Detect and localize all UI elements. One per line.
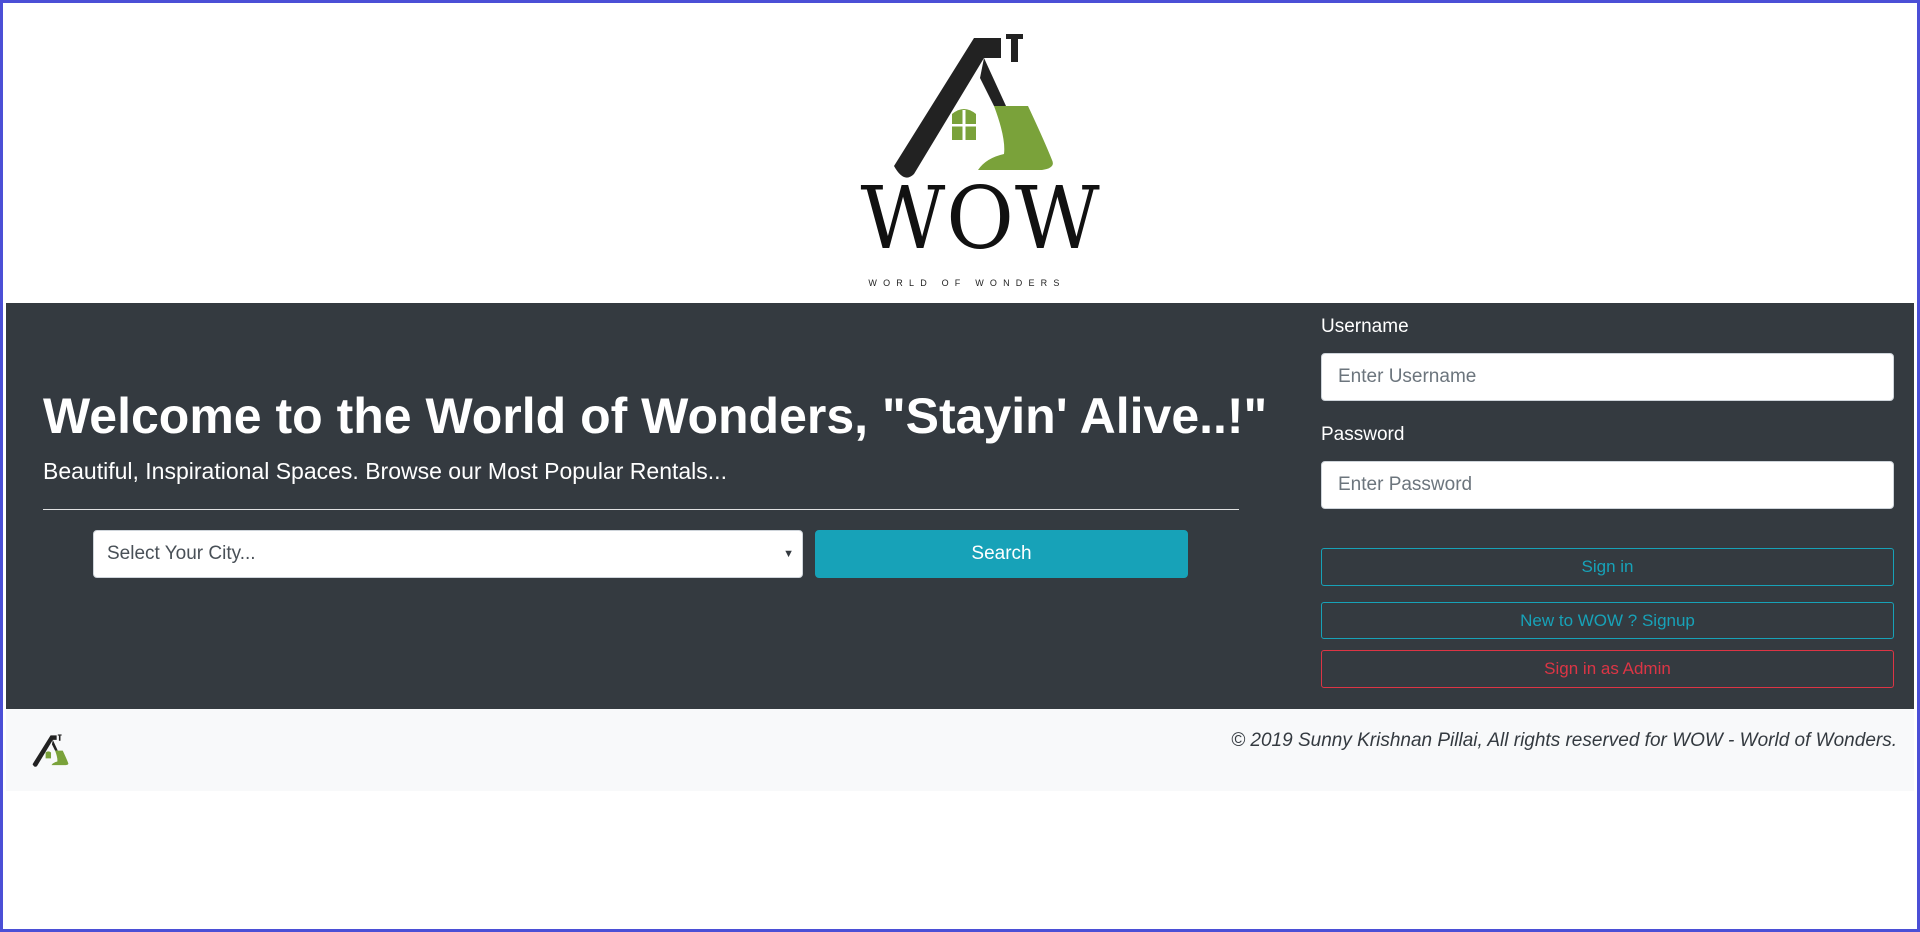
login-form: Username Password Sign in New to WOW ? S… [1321, 303, 1896, 709]
site-header: WOW WORLD OF WONDERS [6, 6, 1914, 303]
house-logo-icon [894, 34, 1053, 178]
password-label: Password [1321, 424, 1405, 445]
hero-divider [43, 509, 1239, 510]
search-button[interactable]: Search [815, 530, 1188, 578]
username-input[interactable] [1321, 353, 1894, 401]
password-input[interactable] [1321, 461, 1894, 509]
hero-section: Welcome to the World of Wonders, "Stayin… [6, 303, 1914, 709]
brand-wordmark: WOW [860, 169, 1101, 269]
hero-subtitle: Beautiful, Inspirational Spaces. Browse … [43, 458, 727, 484]
copyright-text: © 2019 Sunny Krishnan Pillai, All rights… [1231, 730, 1897, 751]
city-select[interactable]: Select Your City... ▼ [93, 530, 803, 578]
footer-logo [24, 727, 74, 773]
signin-button[interactable]: Sign in [1321, 548, 1894, 586]
caret-down-icon: ▼ [783, 548, 794, 560]
username-label: Username [1321, 316, 1409, 337]
page-frame: WOW WORLD OF WONDERS Welcome to the Worl… [0, 0, 1920, 932]
site-footer: © 2019 Sunny Krishnan Pillai, All rights… [6, 709, 1914, 791]
signup-button[interactable]: New to WOW ? Signup [1321, 602, 1894, 639]
house-logo-icon [32, 734, 69, 767]
brand-logo: WOW WORLD OF WONDERS [856, 28, 1101, 288]
admin-signin-button[interactable]: Sign in as Admin [1321, 650, 1894, 688]
brand-tagline: WORLD OF WONDERS [868, 278, 1066, 288]
hero-title: Welcome to the World of Wonders, "Stayin… [43, 388, 1268, 444]
city-select-value: Select Your City... [107, 543, 256, 564]
